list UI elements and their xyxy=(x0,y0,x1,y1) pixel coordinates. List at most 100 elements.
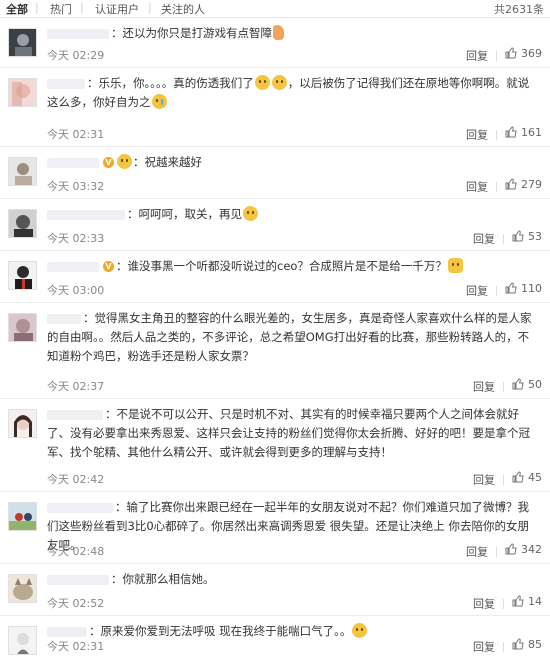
like-button[interactable]: 53 xyxy=(512,230,542,243)
username[interactable] xyxy=(47,313,81,324)
reply-button[interactable]: 回复 xyxy=(473,597,495,610)
comment-text: ：祝越来越好 xyxy=(133,155,202,169)
tab-following[interactable]: 关注的人 xyxy=(161,1,205,17)
username[interactable] xyxy=(47,209,125,220)
comment-time: 今天 02:31 xyxy=(47,640,105,653)
like-count: 342 xyxy=(521,542,542,556)
comment-text: ：谁没事黑一个听都没听说过的ceo？合成照片是不是给一千万？ xyxy=(116,259,447,273)
like-button[interactable]: 45 xyxy=(512,471,542,484)
reply-button[interactable]: 回复 xyxy=(466,284,488,297)
comment-text: ：原来爱你爱到无法呼吸 现在我终于能喘口气了。。 xyxy=(89,624,352,638)
reply-button[interactable]: 回复 xyxy=(473,640,495,653)
avatar[interactable] xyxy=(8,502,37,531)
avatar[interactable] xyxy=(8,28,37,57)
avatar[interactable] xyxy=(8,574,37,603)
medal-emoji-icon xyxy=(117,154,132,169)
divider xyxy=(503,234,504,244)
comment-text: ：觉得黑女主角丑的整容的什么眼光差的，女生居多，真是奇怪人家喜欢什么样的是人家的… xyxy=(47,311,532,363)
like-button[interactable]: 50 xyxy=(512,378,542,391)
comment-item: V ：祝越来越好 今天 03:32 回复 279 xyxy=(0,147,550,199)
avatar[interactable] xyxy=(8,626,37,655)
verified-badge-icon: V xyxy=(103,157,114,168)
comment-time: 今天 02:48 xyxy=(47,545,105,558)
like-button[interactable]: 369 xyxy=(505,47,542,60)
like-button[interactable]: 110 xyxy=(505,282,542,295)
reply-button[interactable]: 回复 xyxy=(473,232,495,245)
thumbs-up-icon xyxy=(505,543,517,555)
username[interactable] xyxy=(47,626,87,637)
avatar[interactable] xyxy=(8,78,37,107)
thumbs-up-emoji-icon xyxy=(273,25,284,40)
comment-time: 今天 03:00 xyxy=(47,284,105,297)
username[interactable] xyxy=(47,28,109,39)
comment-item: ：不是说不可以公开、只是时机不对、其实有的时候幸福只要两个人之间体会就好了、没有… xyxy=(0,399,550,492)
like-count: 161 xyxy=(521,125,542,139)
username[interactable] xyxy=(47,502,113,513)
comment-text: ：乐乐，你。。。。真的伤透我们了 xyxy=(87,76,254,90)
crying-emoji-icon xyxy=(151,94,167,109)
like-count: 110 xyxy=(521,281,542,295)
username[interactable] xyxy=(47,409,103,420)
divider xyxy=(496,51,497,61)
thumbs-up-icon xyxy=(512,378,524,390)
avatar[interactable] xyxy=(8,409,37,438)
like-count: 369 xyxy=(521,46,542,60)
like-button[interactable]: 342 xyxy=(505,543,542,556)
reply-button[interactable]: 回复 xyxy=(466,180,488,193)
thumbs-up-icon xyxy=(512,230,524,242)
thumbs-up-icon xyxy=(512,471,524,483)
divider xyxy=(496,182,497,192)
smile-emoji-icon xyxy=(352,623,368,638)
reply-button[interactable]: 回复 xyxy=(466,545,488,558)
reply-button[interactable]: 回复 xyxy=(466,128,488,141)
comment-text: ：还以为你只是打游戏有点智障 xyxy=(111,26,272,40)
username[interactable] xyxy=(47,574,109,585)
divider xyxy=(496,547,497,557)
reply-button[interactable]: 回复 xyxy=(473,473,495,486)
like-button[interactable]: 161 xyxy=(505,126,542,139)
username[interactable] xyxy=(47,157,99,168)
comment-item: ：原来爱你爱到无法呼吸 现在我终于能喘口气了。。 今天 02:31 回复 85 xyxy=(0,616,550,658)
tab-all[interactable]: 全部 xyxy=(6,1,28,17)
like-count: 85 xyxy=(528,637,542,651)
reply-button[interactable]: 回复 xyxy=(466,49,488,62)
avatar[interactable] xyxy=(8,313,37,342)
comment-time: 今天 02:33 xyxy=(47,232,105,245)
comment-item: ：觉得黑女主角丑的整容的什么眼光差的，女生居多，真是奇怪人家喜欢什么样的是人家的… xyxy=(0,303,550,399)
comment-item: ：还以为你只是打游戏有点智障 今天 02:29 回复 369 xyxy=(0,18,550,68)
comment-time: 今天 02:29 xyxy=(47,49,105,62)
comment-text: ：输了比赛你出来跟已经在一起半年的女朋友说对不起？你们难道只加了微博？我们这些粉… xyxy=(47,500,529,552)
avatar[interactable] xyxy=(8,209,37,238)
reply-button[interactable]: 回复 xyxy=(473,380,495,393)
sweat-emoji-icon xyxy=(243,206,258,221)
comment-item: ：乐乐，你。。。。真的伤透我们了 ，以后被伤了记得我们还在原地等你啊啊。就说这么多… xyxy=(0,68,550,147)
tab-divider: | xyxy=(80,1,84,14)
tab-divider: | xyxy=(35,1,39,14)
like-count: 279 xyxy=(521,177,542,191)
like-button[interactable]: 85 xyxy=(512,638,542,651)
like-count: 14 xyxy=(528,594,542,608)
thumbs-up-icon xyxy=(505,282,517,294)
like-button[interactable]: 14 xyxy=(512,595,542,608)
thumbs-up-icon xyxy=(505,126,517,138)
comment-time: 今天 03:32 xyxy=(47,180,105,193)
tab-divider: | xyxy=(148,1,152,14)
divider xyxy=(503,382,504,392)
username[interactable] xyxy=(47,78,85,89)
smile-emoji-icon xyxy=(254,75,270,90)
avatar[interactable] xyxy=(8,261,37,290)
comment-time: 今天 02:31 xyxy=(47,128,105,141)
tab-hot[interactable]: 热门 xyxy=(50,1,72,17)
username[interactable] xyxy=(47,261,99,272)
like-button[interactable]: 279 xyxy=(505,178,542,191)
smile-emoji-icon xyxy=(271,75,287,90)
thumbs-up-icon xyxy=(505,178,517,190)
avatar[interactable] xyxy=(8,157,37,186)
comment-time: 今天 02:42 xyxy=(47,473,105,486)
tab-verified-users[interactable]: 认证用户 xyxy=(95,1,139,17)
divider xyxy=(503,475,504,485)
verified-badge-icon: V xyxy=(103,261,114,272)
comment-item: V ：谁没事黑一个听都没听说过的ceo？合成照片是不是给一千万？ 今天 03:00… xyxy=(0,251,550,303)
total-count: 共2631条 xyxy=(494,3,544,16)
comment-filter-tabs: 全部 | 热门 | 认证用户 | 关注的人 共2631条 xyxy=(0,0,550,18)
